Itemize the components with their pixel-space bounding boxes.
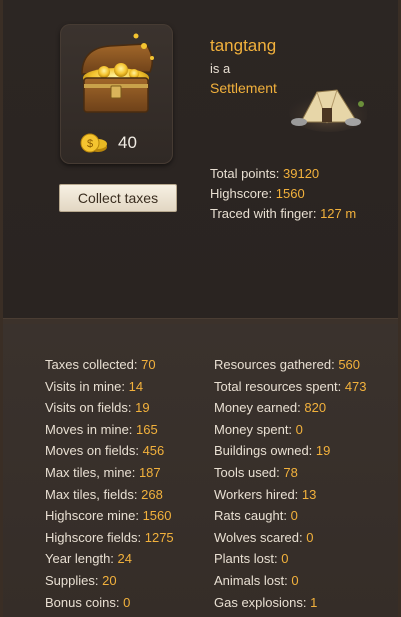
- coin-stack-icon: $: [80, 133, 107, 153]
- stat-row: Taxes collected: 70: [45, 357, 156, 372]
- stat-row: Gas explosions: 1: [214, 594, 318, 610]
- totals-list: Total points: 39120 Highscore: 1560 Trac…: [210, 164, 356, 224]
- stat-row: Bonus coins: 0: [45, 594, 131, 610]
- stat-row: Max tiles, fields: 268: [45, 486, 163, 502]
- stats-panel: Taxes collected: 70 Visits in mine: 14 V…: [3, 324, 398, 617]
- stats-right-column: Resources gathered: 560 Total resources …: [214, 354, 367, 613]
- stat-row: Year length: 24: [45, 551, 133, 567]
- stat-row: Visits on fields: 19: [45, 400, 150, 416]
- player-name: tangtang: [210, 36, 277, 55]
- stat-row: Money earned: 820: [214, 400, 327, 416]
- highscore-row: Highscore: 1560: [210, 186, 305, 201]
- stat-row: Animals lost: 0: [214, 572, 299, 588]
- traced-distance-row: Traced with finger: 127 m: [210, 206, 357, 221]
- stat-row: Highscore fields: 1275: [45, 529, 174, 545]
- is-a-label: is a: [210, 61, 231, 76]
- settlement-rank: Settlement: [210, 80, 277, 96]
- stat-row: Visits in mine: 14: [45, 378, 144, 394]
- stat-row: Supplies: 20: [45, 572, 117, 588]
- stat-row: Buildings owned: 19: [214, 443, 331, 459]
- treasury-panel[interactable]: $ 40: [60, 24, 173, 164]
- stat-row: Wolves scared: 0: [214, 529, 314, 545]
- stat-row: Tools used: 78: [214, 464, 298, 480]
- stat-row: Money spent: 0: [214, 421, 303, 437]
- stats-left-column: Taxes collected: 70 Visits in mine: 14 V…: [45, 354, 174, 613]
- coin-count: 40: [118, 133, 137, 152]
- stat-row: Rats caught: 0: [214, 508, 298, 524]
- profile-screen: $ 40 Collect taxes tangtang is a Settlem…: [0, 0, 401, 617]
- svg-text:$: $: [87, 138, 93, 150]
- tent-icon: [289, 89, 367, 132]
- stat-row: Moves on fields: 456: [45, 443, 165, 459]
- stat-row: Max tiles, mine: 187: [45, 464, 161, 480]
- stat-row: Resources gathered: 560: [214, 357, 361, 372]
- stat-row: Workers hired: 13: [214, 486, 317, 502]
- stat-row: Total resources spent: 473: [214, 378, 367, 394]
- stat-row: Plants lost: 0: [214, 551, 289, 567]
- collect-taxes-button[interactable]: Collect taxes: [59, 184, 177, 212]
- profile-header: $ 40 Collect taxes tangtang is a Settlem…: [3, 0, 398, 318]
- stat-row: Highscore mine: 1560: [45, 508, 172, 524]
- total-points-row: Total points: 39120: [210, 166, 320, 181]
- stat-row: Moves in mine: 165: [45, 421, 158, 437]
- treasure-chest-icon: [81, 33, 154, 113]
- coin-balance: $ 40: [80, 132, 137, 154]
